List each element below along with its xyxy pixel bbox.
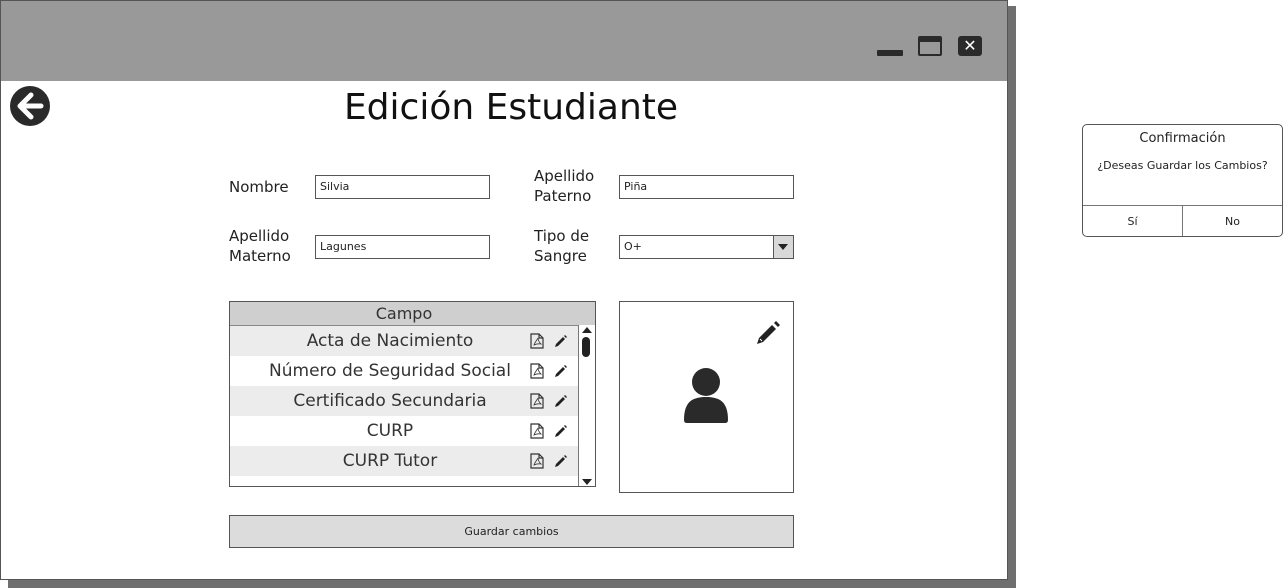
tipo-sangre-label-line2: Sangre <box>534 247 587 265</box>
close-icon[interactable]: ✕ <box>958 36 982 56</box>
document-label: Número de Seguridad Social <box>269 361 511 381</box>
pencil-icon[interactable] <box>554 424 568 438</box>
nombre-field[interactable]: Silvia <box>315 175 490 199</box>
photo-box <box>619 301 794 493</box>
no-button[interactable]: No <box>1183 206 1282 236</box>
title-bar: ✕ <box>1 1 1007 81</box>
scroll-up-icon[interactable] <box>582 327 592 333</box>
user-avatar-icon <box>684 368 728 423</box>
apellido-materno-field[interactable]: Lagunes <box>315 235 490 259</box>
apellido-paterno-label: Apellido Paterno <box>534 166 594 206</box>
dialog-buttons: Sí No <box>1083 205 1282 236</box>
pdf-file-icon[interactable] <box>530 453 544 469</box>
yes-button[interactable]: Sí <box>1083 206 1183 236</box>
page-title: Edición Estudiante <box>343 87 679 128</box>
confirmation-dialog: Confirmación ¿Deseas Guardar los Cambios… <box>1082 124 1283 237</box>
apellido-paterno-label-line1: Apellido <box>534 167 595 185</box>
pdf-file-icon[interactable] <box>530 333 544 349</box>
maximize-icon[interactable] <box>918 36 942 56</box>
pdf-file-icon[interactable] <box>530 393 544 409</box>
apellido-paterno-field[interactable]: Piña <box>619 175 794 199</box>
table-row: Acta de Nacimiento <box>230 326 579 356</box>
pdf-file-icon[interactable] <box>530 423 544 439</box>
nombre-label: Nombre <box>229 178 289 196</box>
tipo-sangre-label: Tipo de Sangre <box>534 226 589 266</box>
table-header-campo: Campo <box>230 302 595 326</box>
save-button[interactable]: Guardar cambios <box>229 515 794 548</box>
app-window: ✕ Edición Estudiante Nombre Silvia Apell… <box>0 0 1008 580</box>
table-row: CURP <box>230 416 579 446</box>
scroll-down-icon[interactable] <box>582 479 592 485</box>
apellido-materno-label-line1: Apellido <box>229 227 290 245</box>
pdf-file-icon[interactable] <box>530 363 544 379</box>
dialog-title: Confirmación <box>1139 131 1226 146</box>
scroll-thumb[interactable] <box>582 337 590 357</box>
document-label: CURP Tutor <box>342 451 438 471</box>
chevron-down-icon[interactable] <box>773 236 793 258</box>
tipo-sangre-label-line1: Tipo de <box>534 227 590 245</box>
minimize-icon[interactable] <box>877 50 903 56</box>
table-row: Certificado Secundaria <box>230 386 579 416</box>
pencil-icon[interactable] <box>755 318 783 346</box>
tipo-sangre-select[interactable]: O+ <box>619 235 794 259</box>
pencil-icon[interactable] <box>554 334 568 348</box>
tipo-sangre-value: O+ <box>624 240 642 253</box>
documents-table: Campo Acta de Nacimiento Número de Segur… <box>229 301 596 487</box>
pencil-icon[interactable] <box>554 394 568 408</box>
table-row: Número de Seguridad Social <box>230 356 579 386</box>
dialog-message: ¿Deseas Guardar los Cambios? <box>1097 159 1268 172</box>
pencil-icon[interactable] <box>554 364 568 378</box>
document-label: Certificado Secundaria <box>293 391 487 411</box>
document-label: Acta de Nacimiento <box>306 331 474 351</box>
table-scrollbar[interactable] <box>578 325 595 486</box>
pencil-icon[interactable] <box>554 454 568 468</box>
apellido-materno-label: Apellido Materno <box>229 226 291 266</box>
document-label: CURP <box>366 421 414 441</box>
table-row: CURP Tutor <box>230 446 579 476</box>
apellido-paterno-label-line2: Paterno <box>534 187 592 205</box>
apellido-materno-label-line2: Materno <box>229 247 291 265</box>
